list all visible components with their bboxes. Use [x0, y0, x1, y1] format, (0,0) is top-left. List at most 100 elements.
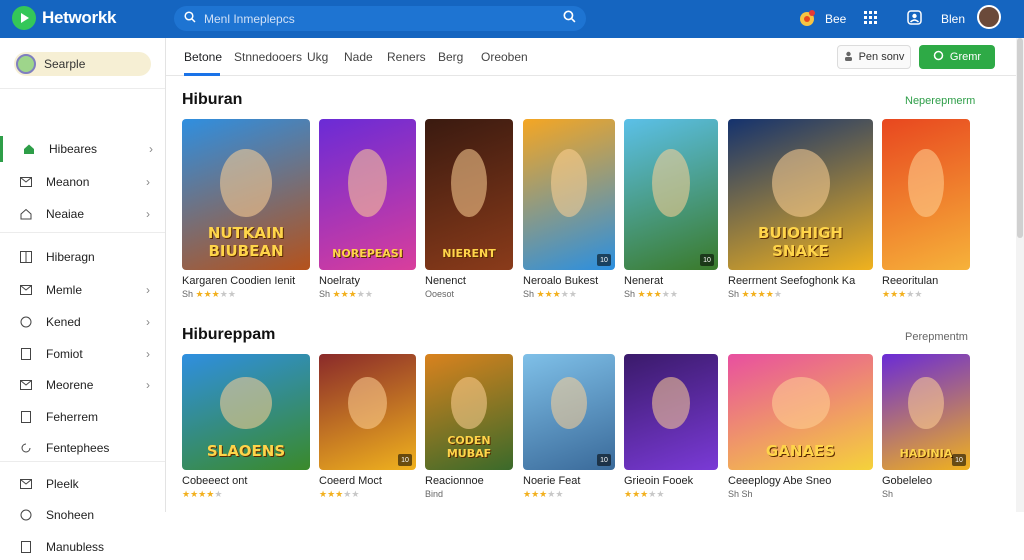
sidebar-item[interactable]: Fentephees [0, 435, 165, 461]
sidebar-item[interactable]: Manubless [0, 534, 165, 560]
home-outline-icon [19, 207, 33, 221]
game-thumbnail[interactable]: 10 [523, 119, 615, 270]
section-see-all-link[interactable]: Perepmentm [905, 331, 968, 343]
game-card[interactable]: NUTKAIN BIUBEAN Kargaren Coodien Ienit Sh … [182, 119, 310, 300]
game-card[interactable]: HADINIA 10 Gobeleleo Sh [882, 354, 970, 499]
account-icon[interactable] [907, 10, 922, 30]
character-art [771, 149, 830, 218]
user-avatar[interactable] [977, 5, 1001, 29]
star-icon: ★ [882, 289, 891, 299]
home-icon [22, 142, 36, 156]
outline-button[interactable]: Pen sonv [837, 45, 911, 69]
apps-grid-icon[interactable] [864, 11, 878, 30]
sidebar-item[interactable]: Kened › [0, 309, 165, 335]
game-name: Nenenct [425, 275, 466, 287]
game-rating: Sh ★★★★★ [523, 289, 615, 300]
app-logo[interactable]: Hetworkk [12, 6, 116, 30]
sidebar-item[interactable]: Feherrem [0, 404, 165, 430]
sidebar-item[interactable]: Memle › [0, 277, 165, 303]
sidebar-item[interactable]: Meorene › [0, 372, 165, 398]
search-bar[interactable]: Menl Inmeplepcs [174, 6, 586, 31]
game-card[interactable]: SLAOENS Cobeeect ont ★★★★★ [182, 354, 310, 500]
game-thumbnail[interactable] [624, 354, 718, 470]
game-thumbnail[interactable]: SLAOENS [182, 354, 310, 470]
game-thumbnail[interactable]: 10 [523, 354, 615, 470]
game-name: Gobeleleo [882, 475, 933, 487]
game-thumbnail[interactable]: HADINIA 10 [882, 354, 970, 470]
game-title-art: NOREPEASI [332, 247, 403, 260]
scrollbar[interactable] [1016, 38, 1024, 512]
sidebar-search[interactable]: Searple [14, 52, 151, 76]
game-thumbnail[interactable]: CODEN MUBAF [425, 354, 513, 470]
rating-text: Sh [523, 289, 537, 299]
game-card[interactable]: GANAES Ceeeplogy Abe Sneo Sh Sh [728, 354, 873, 499]
tab[interactable]: Betone [184, 50, 222, 64]
game-card[interactable]: 10 Neroalo Bukest Sh ★★★★★ [523, 119, 615, 300]
character-art [908, 149, 944, 218]
game-thumbnail[interactable]: 10 [319, 354, 416, 470]
game-thumbnail[interactable]: GANAES [728, 354, 873, 470]
top-label-1[interactable]: Bee [825, 12, 846, 26]
search-input[interactable]: Menl Inmeplepcs [204, 12, 563, 26]
star-icon: ★ [523, 489, 532, 499]
scrollbar-thumb[interactable] [1017, 38, 1023, 238]
game-name: Noelraty [319, 275, 360, 287]
chevron-right-icon: › [146, 207, 150, 221]
game-card[interactable]: Reeoritulan ★★★★★ [882, 119, 970, 300]
sidebar: Searple Hibeares › Meanon › Neaiae › Hiberagn M… [0, 38, 166, 554]
sidebar-item-label: Memle [46, 283, 83, 297]
game-thumbnail[interactable]: BUIOHIGH SNAKE [728, 119, 873, 270]
game-card[interactable]: NIERENT Nenenct Ooesot [425, 119, 513, 299]
tab[interactable]: Reners [387, 50, 426, 64]
primary-button[interactable]: Gremr [919, 45, 995, 69]
sidebar-item[interactable]: Hibeares › [0, 136, 165, 162]
age-rating-badge: 10 [597, 254, 611, 266]
sidebar-item[interactable]: Snoheen [0, 502, 165, 528]
top-label-2[interactable]: Blen [941, 12, 965, 26]
age-rating-badge: 10 [700, 254, 714, 266]
game-thumbnail[interactable] [882, 119, 970, 270]
game-thumbnail[interactable]: NUTKAIN BIUBEAN [182, 119, 310, 270]
game-thumbnail[interactable]: NOREPEASI [319, 119, 416, 270]
game-name: Reacionnoe [425, 475, 484, 487]
sidebar-item[interactable]: Hiberagn [0, 244, 165, 270]
character-art [220, 149, 272, 218]
tab[interactable]: Stnnedooers [234, 50, 302, 64]
game-thumbnail[interactable]: 10 [624, 119, 718, 270]
star-icon: ★ [669, 289, 678, 299]
sidebar-item[interactable]: Meanon › [0, 169, 165, 195]
sidebar-item-label: Snoheen [46, 508, 95, 522]
game-card[interactable]: 10 Coeerd Moct ★★★★★ [319, 354, 416, 500]
game-name: Ceeeplogy Abe Sneo [728, 475, 832, 487]
star-icon: ★ [203, 289, 212, 299]
game-thumbnail[interactable]: NIERENT [425, 119, 513, 270]
search-submit-icon[interactable] [563, 9, 576, 28]
notification-icon[interactable] [796, 8, 818, 35]
divider [0, 461, 165, 462]
tab[interactable]: Ukg [307, 50, 328, 64]
chevron-right-icon: › [149, 142, 153, 156]
game-card[interactable]: 10 Nenerat Sh ★★★★★ [624, 119, 718, 300]
star-icon: ★ [749, 289, 758, 299]
game-card[interactable]: CODEN MUBAF Reacionnoe Bind [425, 354, 513, 499]
circle-icon [19, 508, 33, 522]
chevron-right-icon: › [146, 315, 150, 329]
star-icon: ★ [332, 289, 341, 299]
game-card[interactable]: Grieoin Fooek ★★★★★ [624, 354, 718, 500]
star-icon: ★ [656, 489, 665, 499]
game-card[interactable]: 10 Noerie Feat ★★★★★ [523, 354, 615, 500]
tab[interactable]: Oreoben [481, 50, 528, 64]
game-name: Nenerat [624, 275, 664, 287]
sidebar-item[interactable]: Neaiae › [0, 201, 165, 227]
tab[interactable]: Berg [438, 50, 463, 64]
star-icon: ★ [364, 289, 373, 299]
tab[interactable]: Nade [344, 50, 373, 64]
section-see-all-link[interactable]: Neperepmerm [905, 95, 975, 107]
sidebar-item[interactable]: Fomiot › [0, 341, 165, 367]
star-icon: ★ [544, 289, 553, 299]
sidebar-item[interactable]: Pleelk [0, 471, 165, 497]
game-card[interactable]: BUIOHIGH SNAKE Reerrnent Seefoghonk Ka Sh … [728, 119, 873, 300]
refresh-icon [19, 441, 33, 455]
circle-icon [19, 315, 33, 329]
game-card[interactable]: NOREPEASI Noelraty Sh ★★★★★ [319, 119, 416, 300]
